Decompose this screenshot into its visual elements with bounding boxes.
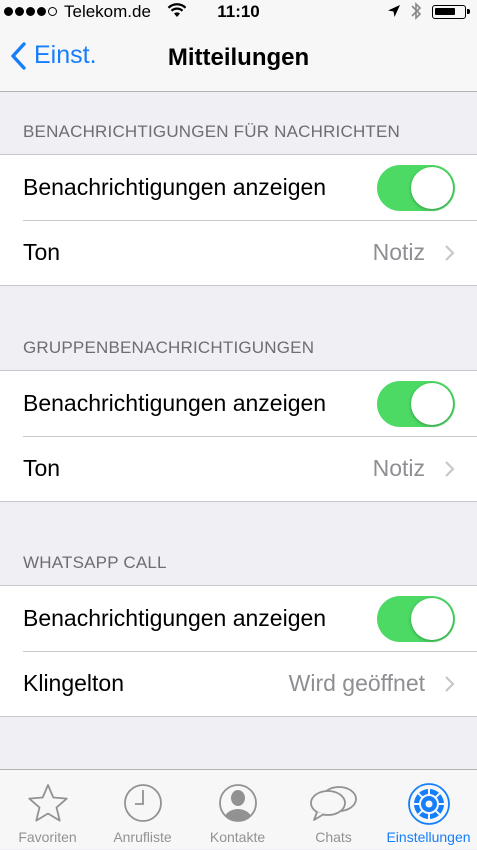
row-label: Benachrichtigungen anzeigen <box>23 390 327 416</box>
settings-group-calls: Benachrichtigungen anzeigen Klingelton W… <box>0 585 477 717</box>
tab-label: Kontakte <box>209 829 266 845</box>
tab-label: Chats <box>315 829 352 845</box>
row-label: Benachrichtigungen anzeigen <box>23 605 327 631</box>
tab-bar: Favoriten Anrufliste Kontakte Chats Eins… <box>0 769 477 849</box>
row-label: Ton <box>23 455 61 481</box>
star-icon <box>0 782 95 826</box>
row-value: Notiz <box>372 239 425 265</box>
row-sound[interactable]: Ton Notiz <box>0 436 477 501</box>
notifications-toggle[interactable] <box>377 381 455 427</box>
chevron-right-icon <box>445 461 455 477</box>
chat-bubbles-icon <box>286 782 381 826</box>
section-header-groups: GRUPPENBENACHRICHTIGUNGEN <box>23 338 315 357</box>
section-header-messages: BENACHRICHTIGUNGEN FÜR NACHRICHTEN <box>23 122 401 141</box>
location-arrow-icon <box>387 3 401 23</box>
tab-favorites[interactable]: Favoriten <box>0 770 95 850</box>
battery-icon <box>432 5 470 19</box>
section-header-calls: WHATSAPP CALL <box>23 553 167 572</box>
row-sound[interactable]: Ton Notiz <box>0 220 477 285</box>
notifications-toggle[interactable] <box>377 596 455 642</box>
row-show-notifications: Benachrichtigungen anzeigen <box>0 586 477 651</box>
navigation-bar: Einst. Mitteilungen <box>0 24 477 92</box>
row-ringtone[interactable]: Klingelton Wird geöffnet <box>0 651 477 716</box>
settings-group-messages: Benachrichtigungen anzeigen Ton Notiz <box>0 154 477 286</box>
tab-recents[interactable]: Anrufliste <box>95 770 190 850</box>
status-time: 11:10 <box>217 2 260 21</box>
tab-settings[interactable]: Einstellungen <box>381 770 476 850</box>
chevron-right-icon <box>445 245 455 261</box>
row-label: Klingelton <box>23 670 125 696</box>
chevron-right-icon <box>445 676 455 692</box>
tab-contacts[interactable]: Kontakte <box>190 770 285 850</box>
bluetooth-icon <box>410 1 422 26</box>
notifications-toggle[interactable] <box>377 165 455 211</box>
row-value: Notiz <box>372 455 425 481</box>
row-label: Benachrichtigungen anzeigen <box>23 174 327 200</box>
row-show-notifications: Benachrichtigungen anzeigen <box>0 155 477 220</box>
gear-icon <box>381 782 476 826</box>
page-title: Mitteilungen <box>167 44 310 71</box>
row-label: Ton <box>23 239 61 265</box>
tab-chats[interactable]: Chats <box>286 770 381 850</box>
status-bar: Telekom.de 11:10 <box>0 0 477 24</box>
row-show-notifications: Benachrichtigungen anzeigen <box>0 371 477 436</box>
tab-label: Favoriten <box>18 829 77 845</box>
settings-group-groups: Benachrichtigungen anzeigen Ton Notiz <box>0 370 477 502</box>
tab-label: Einstellungen <box>386 829 471 845</box>
clock-icon <box>95 782 190 826</box>
tab-label: Anrufliste <box>113 829 172 845</box>
contact-icon <box>190 782 285 826</box>
row-value: Wird geöffnet <box>288 670 425 696</box>
